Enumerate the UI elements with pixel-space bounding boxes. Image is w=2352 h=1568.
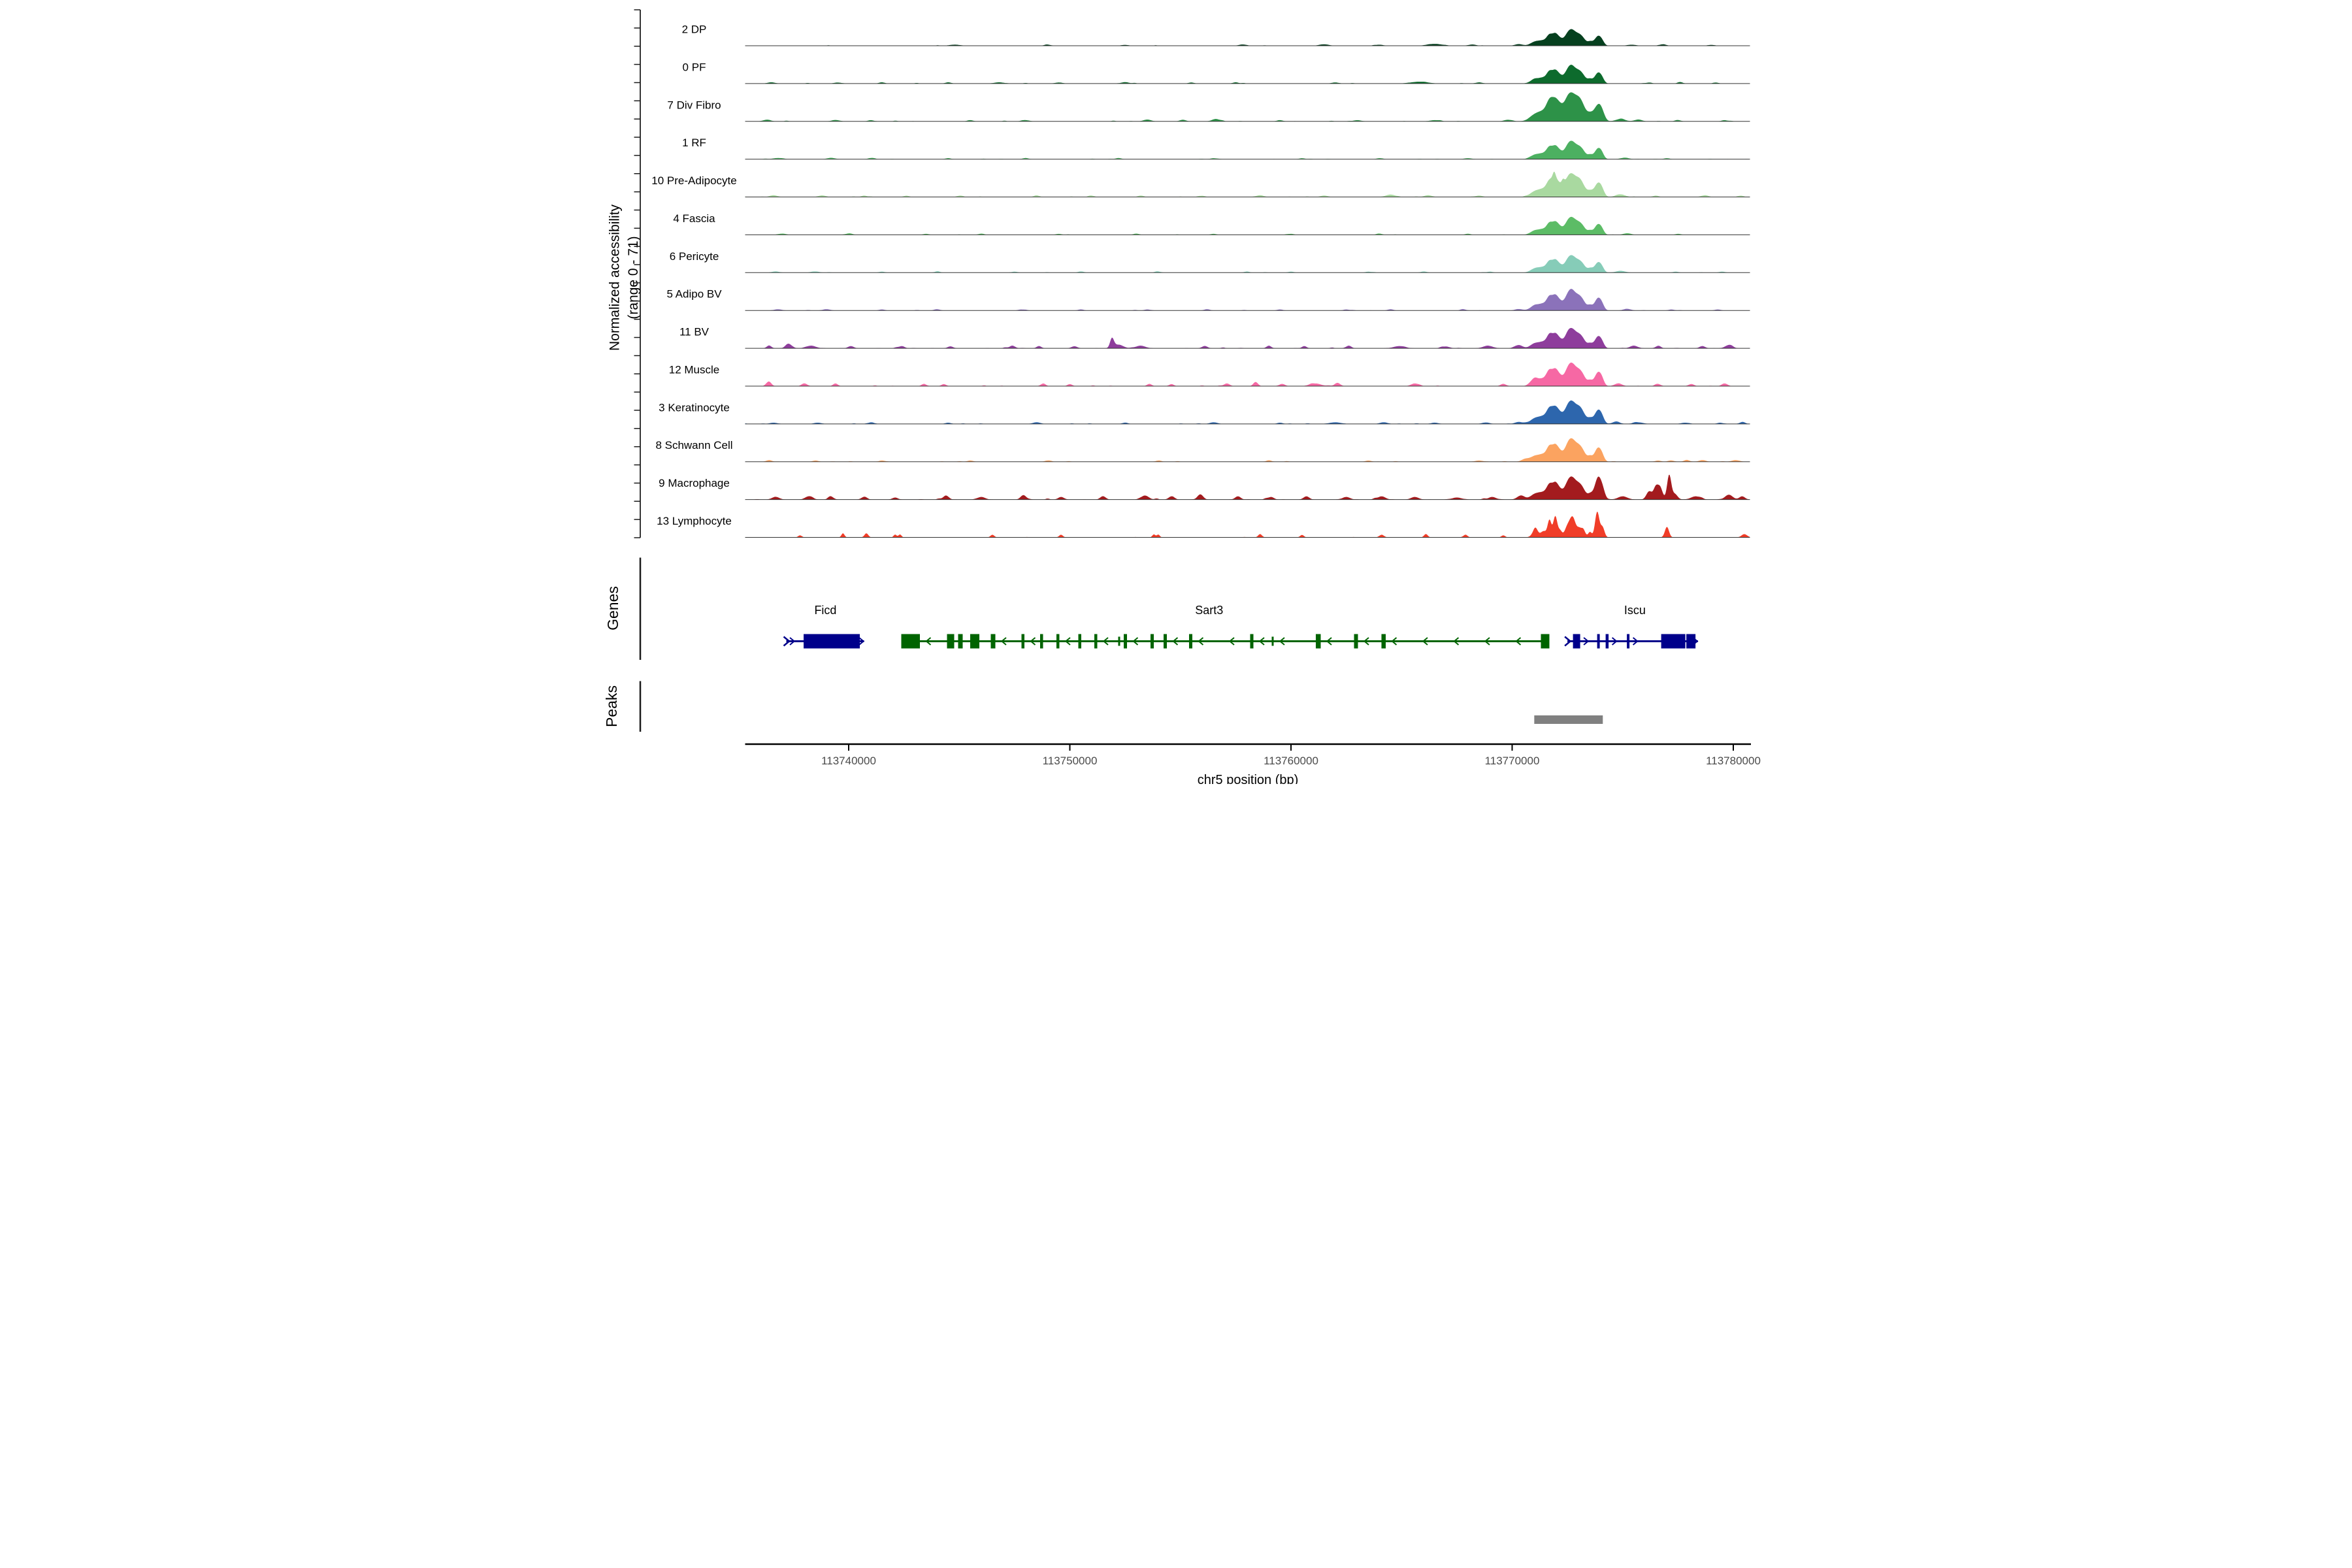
track-label: 2 DP — [682, 23, 707, 35]
gene-exon — [1597, 634, 1600, 649]
coverage-area — [745, 172, 1750, 197]
gene-exon — [1118, 637, 1120, 646]
coverage-track: 12 Muscle — [669, 363, 1750, 386]
gene-exon — [1022, 634, 1025, 649]
x-axis-tick-label: 113760000 — [1264, 755, 1318, 767]
track-label: 7 Div Fibro — [667, 99, 721, 111]
coverage-area — [745, 255, 1750, 272]
gene-exon — [1381, 634, 1385, 649]
coverage-area — [745, 29, 1750, 46]
track-label: 13 Lymphocyte — [657, 515, 732, 527]
gene-exon — [1078, 634, 1081, 649]
coverage-area — [745, 217, 1750, 235]
coverage-area — [745, 92, 1750, 121]
gene-exon — [1094, 634, 1098, 649]
coverage-area — [745, 363, 1750, 386]
peak-interval-bar — [1534, 715, 1603, 724]
gene-exon — [958, 634, 962, 649]
gene-exon — [1686, 634, 1695, 649]
coverage-area — [745, 475, 1750, 500]
coverage-area — [745, 512, 1750, 537]
gene-model: Sart3 — [901, 604, 1549, 649]
track-label: 8 Schwann Cell — [655, 439, 732, 451]
coverage-track: 3 Keratinocyte — [659, 400, 1750, 424]
track-label: 10 Pre-Adipocyte — [651, 174, 736, 187]
gene-exon — [990, 634, 995, 649]
gene-exon — [1661, 634, 1686, 649]
x-axis-tick-label: 113750000 — [1043, 755, 1098, 767]
coverage-track: 0 PF — [683, 61, 1750, 84]
gene-exon — [804, 634, 860, 649]
gene-exon — [901, 634, 920, 649]
gene-exon — [1606, 634, 1609, 649]
coverage-figure: Normalized accessibility (range 0 - 71) … — [588, 0, 1764, 784]
track-label: 6 Pericyte — [670, 250, 719, 263]
gene-exon — [1573, 634, 1580, 649]
gene-exon — [947, 634, 954, 649]
gene-exon — [1040, 634, 1043, 649]
x-axis-title: chr5 position (bp) — [1198, 773, 1299, 784]
gene-exon — [1271, 637, 1273, 646]
gene-name-label: Ficd — [814, 604, 836, 617]
coverage-track: 2 DP — [682, 23, 1750, 46]
gene-exon — [970, 634, 979, 649]
gene-exon — [1189, 634, 1192, 649]
coverage-area — [745, 438, 1750, 462]
track-label: 9 Macrophage — [659, 477, 730, 489]
track-label: 3 Keratinocyte — [659, 401, 730, 414]
coverage-tracks: 2 DP 0 PF 7 Div Fibro 1 RF 10 Pre-Adipocyte 4… — [651, 23, 1750, 537]
coverage-track: 4 Fascia — [673, 212, 1750, 235]
coverage-track: 6 Pericyte — [670, 250, 1750, 273]
gene-exon — [1354, 634, 1358, 649]
gene-exon — [1627, 634, 1629, 649]
genes-section: Genes Ficd Sart3 Iscu — [604, 558, 1698, 661]
coverage-area — [745, 328, 1750, 348]
gene-exon — [1164, 634, 1167, 649]
coverage-area — [745, 400, 1750, 424]
gene-exon — [1250, 634, 1253, 649]
peaks-section-label: Peaks — [603, 685, 620, 727]
coverage-area — [745, 140, 1750, 159]
track-label: 1 RF — [682, 137, 706, 149]
coverage-area — [745, 65, 1750, 84]
y-axis-label-line1: Normalized accessibility — [608, 204, 623, 351]
gene-name-label: Iscu — [1624, 604, 1646, 617]
track-label: 5 Adipo BV — [666, 288, 722, 301]
genome-browser-svg: Normalized accessibility (range 0 - 71) … — [588, 0, 1764, 784]
track-label: 0 PF — [683, 61, 706, 73]
y-axis: Normalized accessibility (range 0 - 71) — [608, 10, 642, 538]
coverage-track: 7 Div Fibro — [667, 92, 1750, 121]
track-label: 4 Fascia — [673, 212, 715, 225]
x-axis-tick-label: 113740000 — [821, 755, 876, 767]
coverage-area — [745, 289, 1750, 310]
coverage-track: 13 Lymphocyte — [657, 512, 1750, 537]
coverage-track: 9 Macrophage — [659, 475, 1750, 500]
track-label: 11 BV — [679, 326, 710, 338]
x-axis-tick-label: 113780000 — [1706, 755, 1761, 767]
gene-name-label: Sart3 — [1195, 604, 1223, 617]
gene-exon — [1316, 634, 1321, 649]
coverage-track: 10 Pre-Adipocyte — [651, 172, 1750, 197]
peaks-section: Peaks — [603, 681, 1603, 732]
coverage-track: 1 RF — [682, 137, 1750, 159]
track-label: 12 Muscle — [669, 363, 719, 376]
gene-exon — [1151, 634, 1154, 649]
genes-section-label: Genes — [604, 586, 621, 630]
y-axis-label-line2: (range 0 - 71) — [626, 236, 641, 319]
x-axis-tick-label: 113770000 — [1485, 755, 1540, 767]
gene-exon — [1541, 634, 1550, 649]
coverage-track: 5 Adipo BV — [666, 288, 1750, 311]
x-axis: chr5 position (bp) 113740000 113750000 113… — [745, 744, 1761, 784]
coverage-track: 11 BV — [679, 326, 1750, 349]
gene-exon — [1124, 634, 1127, 649]
gene-exon — [1056, 634, 1060, 649]
gene-model: Ficd — [784, 604, 864, 649]
gene-model: Iscu — [1565, 604, 1698, 649]
coverage-track: 8 Schwann Cell — [655, 438, 1750, 462]
